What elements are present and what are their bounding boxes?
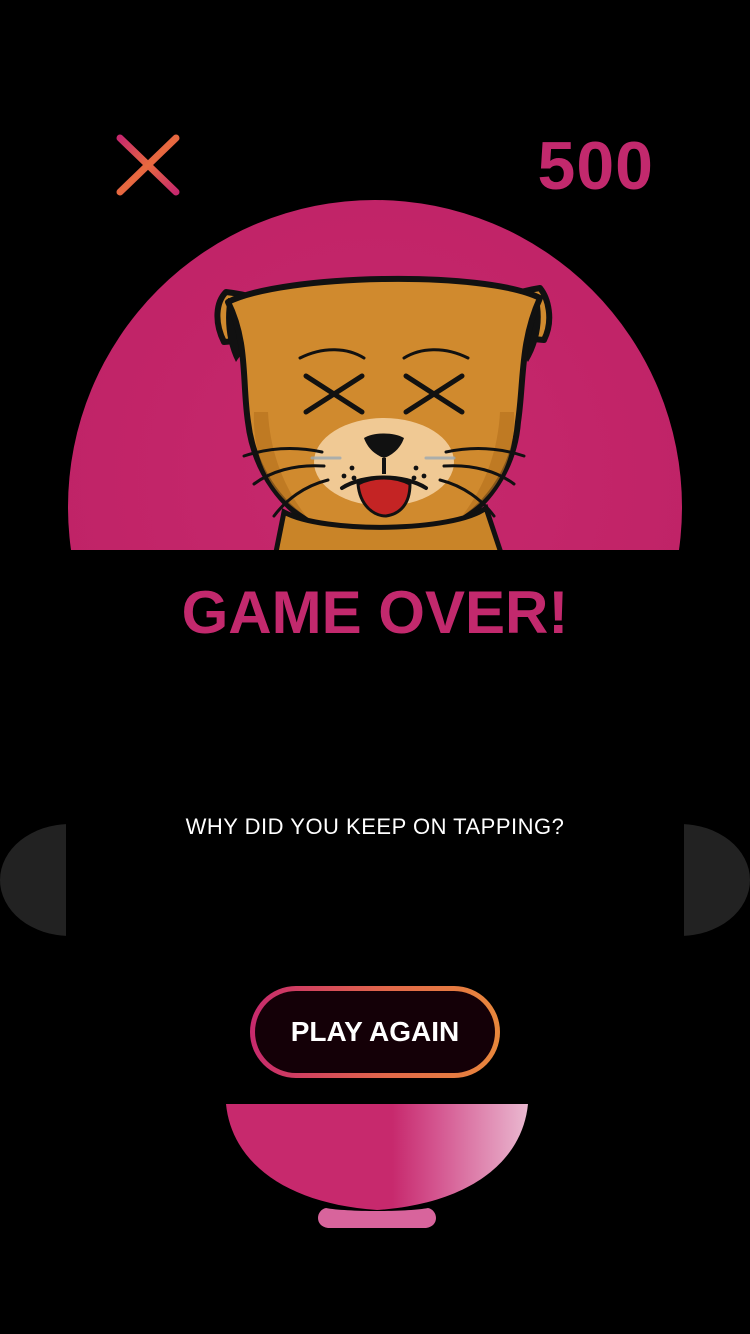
subtitle-text: WHY DID YOU KEEP ON TAPPING? [185, 814, 565, 839]
play-again-button[interactable]: PLAY AGAIN [250, 986, 500, 1078]
play-again-label: PLAY AGAIN [255, 991, 495, 1073]
score-display: 500 [537, 128, 654, 204]
close-icon [116, 134, 180, 196]
bowl-icon [226, 1104, 528, 1228]
close-button[interactable] [112, 132, 184, 200]
hero-banner [68, 200, 682, 550]
game-over-title: GAME OVER! [181, 579, 569, 646]
dead-cat-face-icon [214, 275, 553, 550]
